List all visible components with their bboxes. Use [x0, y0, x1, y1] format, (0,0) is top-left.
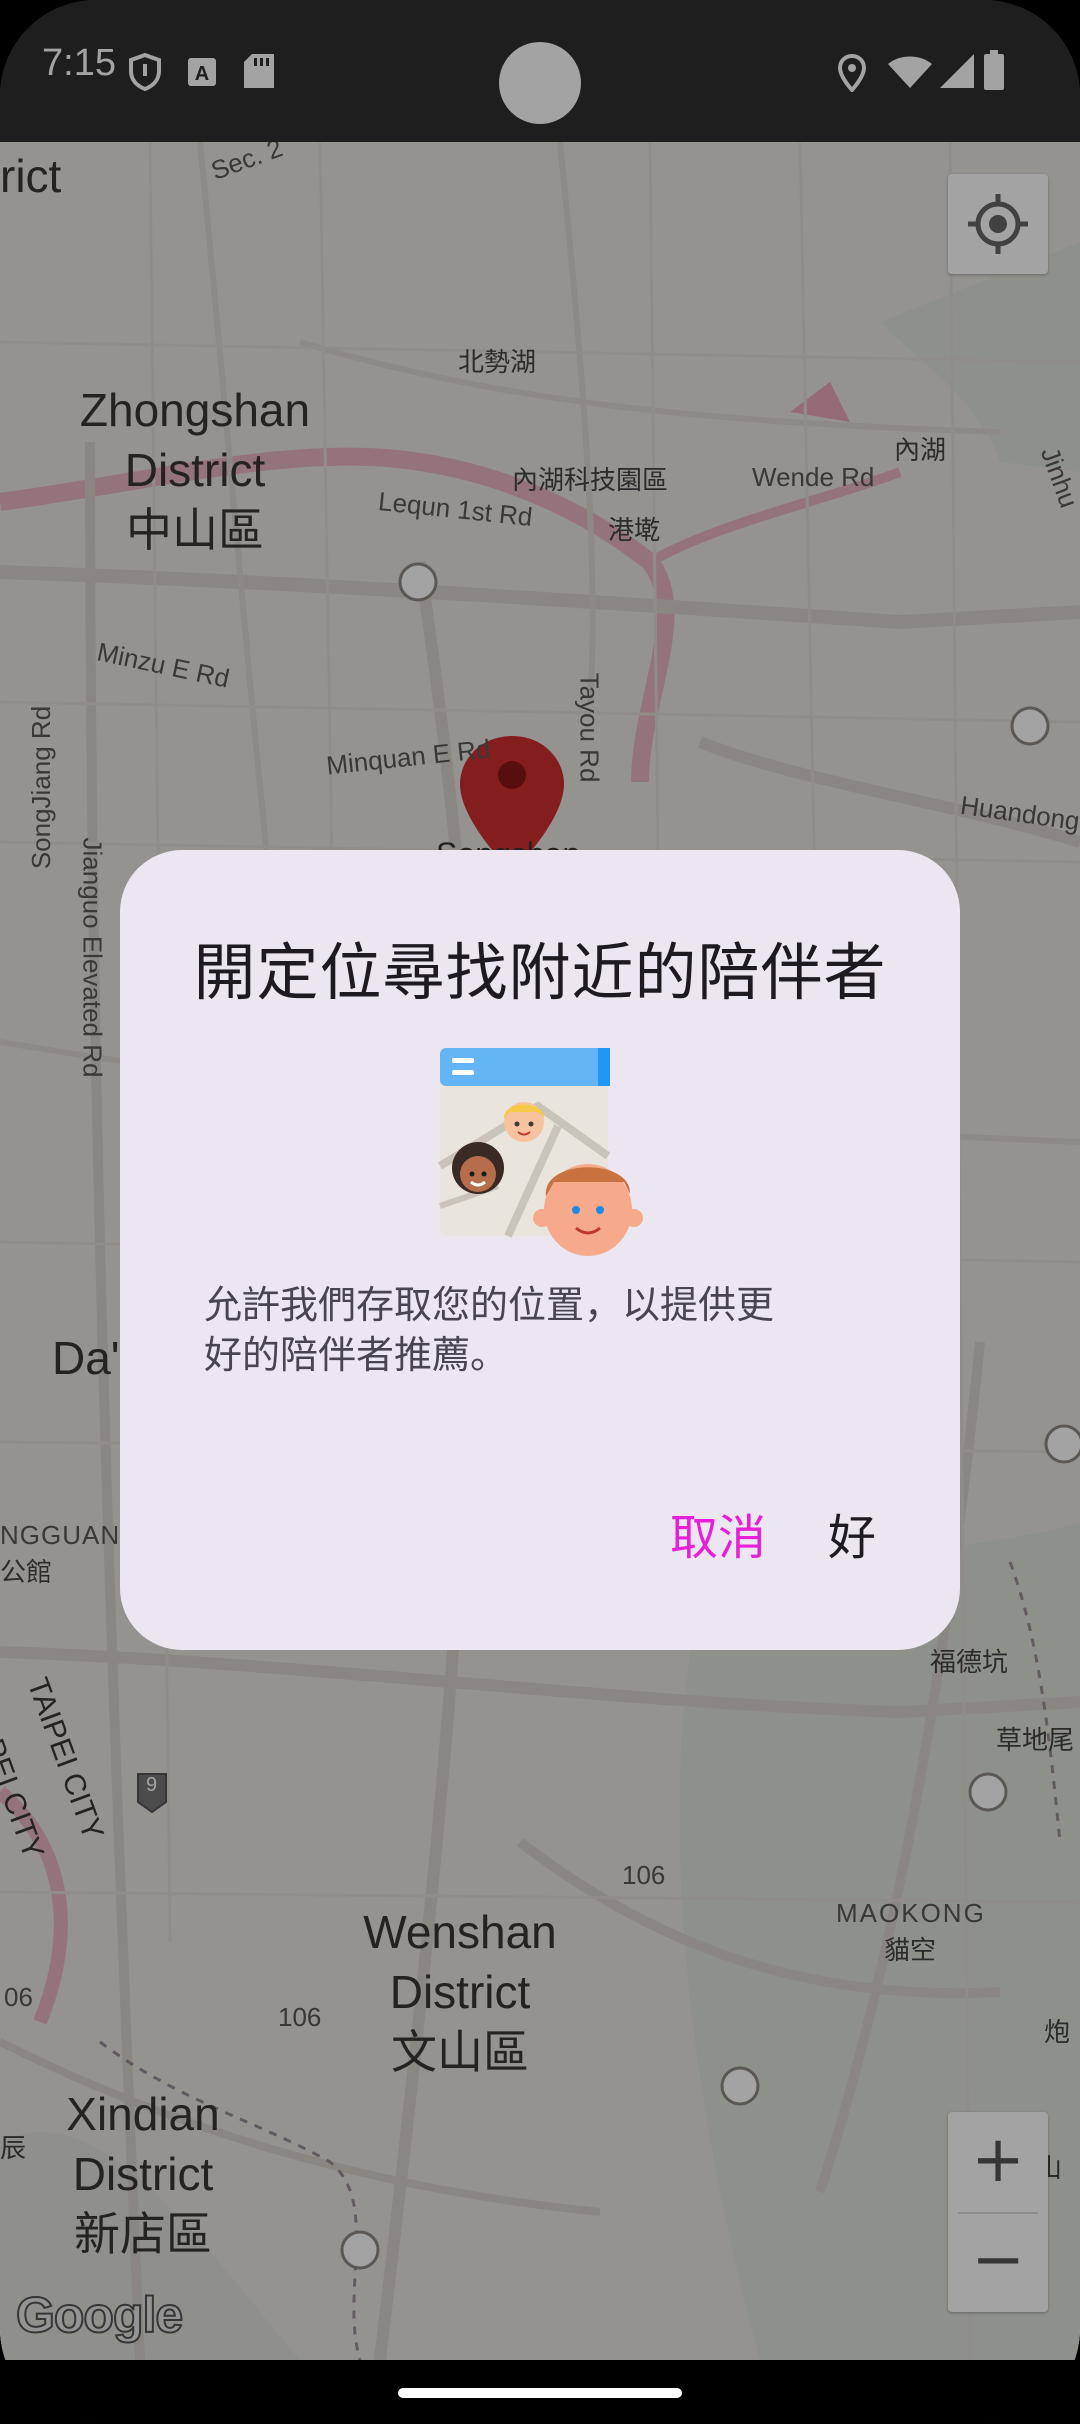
dialog-message: 允許我們存取您的位置，以提供更好的陪伴者推薦。 — [204, 1283, 775, 1377]
phone-screen: 7:15 A Sec. 2 rict Zhongshan District 中山… — [0, 0, 1080, 2424]
location-permission-dialog: 開定位尋找附近的陪伴者 允許我們存取您的位置，以提供更好的陪伴者推薦。 取消 好 — [120, 850, 960, 1650]
cancel-button[interactable]: 取消 — [670, 1498, 766, 1568]
home-gesture-handle[interactable] — [398, 2388, 682, 2398]
ok-button[interactable]: 好 — [828, 1498, 876, 1568]
navigation-bar — [0, 2360, 1080, 2424]
companion-map-illustration-icon — [438, 1048, 643, 1256]
dialog-title: 開定位尋找附近的陪伴者 — [193, 936, 887, 1009]
